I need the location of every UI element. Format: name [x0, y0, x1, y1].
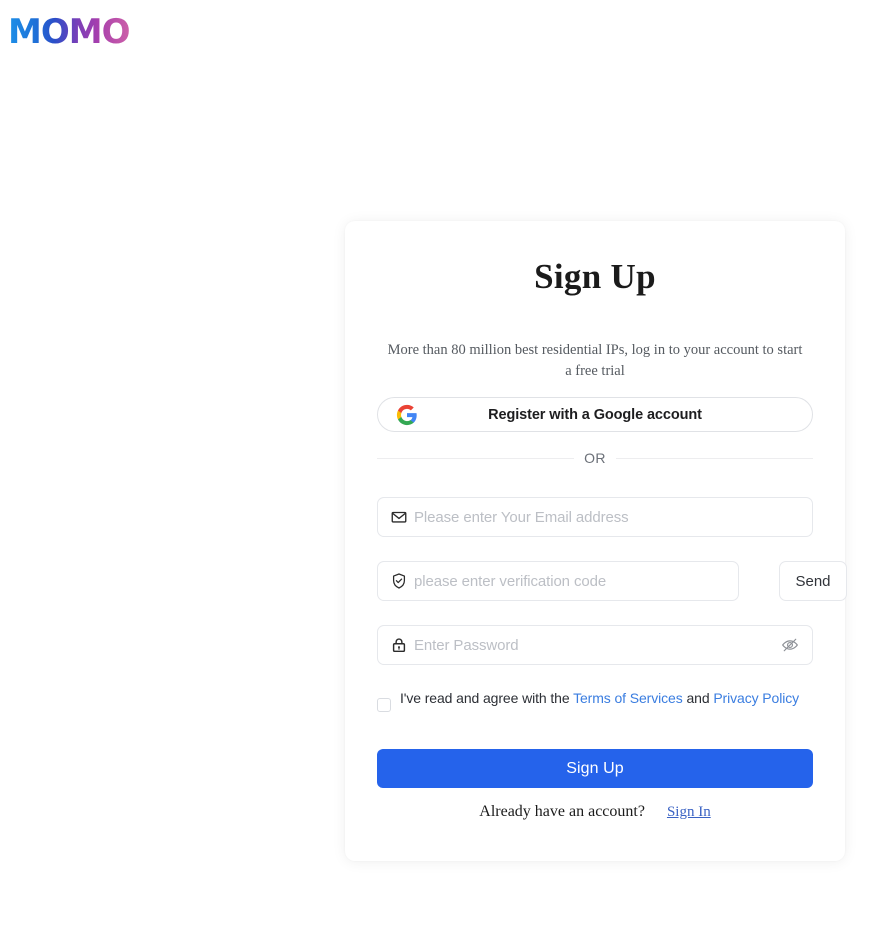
signin-footer: Already have an account? Sign In [377, 803, 813, 821]
password-field[interactable]: Enter Password [377, 625, 813, 665]
brand-logo: MOMO [8, 12, 130, 52]
verification-code-placeholder: please enter verification code [414, 572, 607, 590]
signup-card-content: Sign Up More than 80 million best reside… [377, 221, 847, 861]
google-g-icon [396, 404, 418, 426]
eye-slash-icon[interactable] [781, 636, 799, 654]
signup-page: MOMO Sign Up More than 80 million best r… [0, 0, 889, 929]
terms-row: I've read and agree with the Terms of Se… [377, 688, 813, 712]
page-subtitle: More than 80 million best residential IP… [387, 342, 803, 379]
signup-submit-button[interactable]: Sign Up [377, 749, 813, 788]
verification-code-field[interactable]: please enter verification code [377, 561, 739, 601]
divider-rule-left [377, 457, 575, 459]
google-register-button[interactable]: Register with a Google account [377, 397, 813, 432]
send-code-button[interactable]: Send [779, 561, 847, 601]
terms-conjunction: and [686, 690, 710, 706]
terms-prefix: I've read and agree with the [400, 690, 570, 706]
divider-rule-right [615, 457, 813, 459]
page-title: Sign Up [534, 257, 656, 296]
password-placeholder: Enter Password [414, 636, 519, 654]
lock-icon [390, 636, 408, 654]
email-field[interactable]: Please enter Your Email address [377, 497, 813, 537]
terms-checkbox[interactable] [377, 698, 391, 712]
envelope-icon [390, 508, 408, 526]
divider: OR [377, 449, 813, 467]
signup-card: Sign Up More than 80 million best reside… [345, 221, 847, 861]
terms-text: I've read and agree with the Terms of Se… [400, 688, 799, 708]
shield-check-icon [390, 572, 408, 590]
sign-in-link[interactable]: Sign In [667, 804, 711, 821]
already-have-account-label: Already have an account? [479, 803, 645, 820]
privacy-policy-link[interactable]: Privacy Policy [713, 690, 799, 706]
divider-label: OR [584, 450, 606, 466]
google-register-label: Register with a Google account [488, 406, 702, 423]
email-placeholder: Please enter Your Email address [414, 508, 629, 526]
terms-of-services-link[interactable]: Terms of Services [573, 690, 683, 706]
